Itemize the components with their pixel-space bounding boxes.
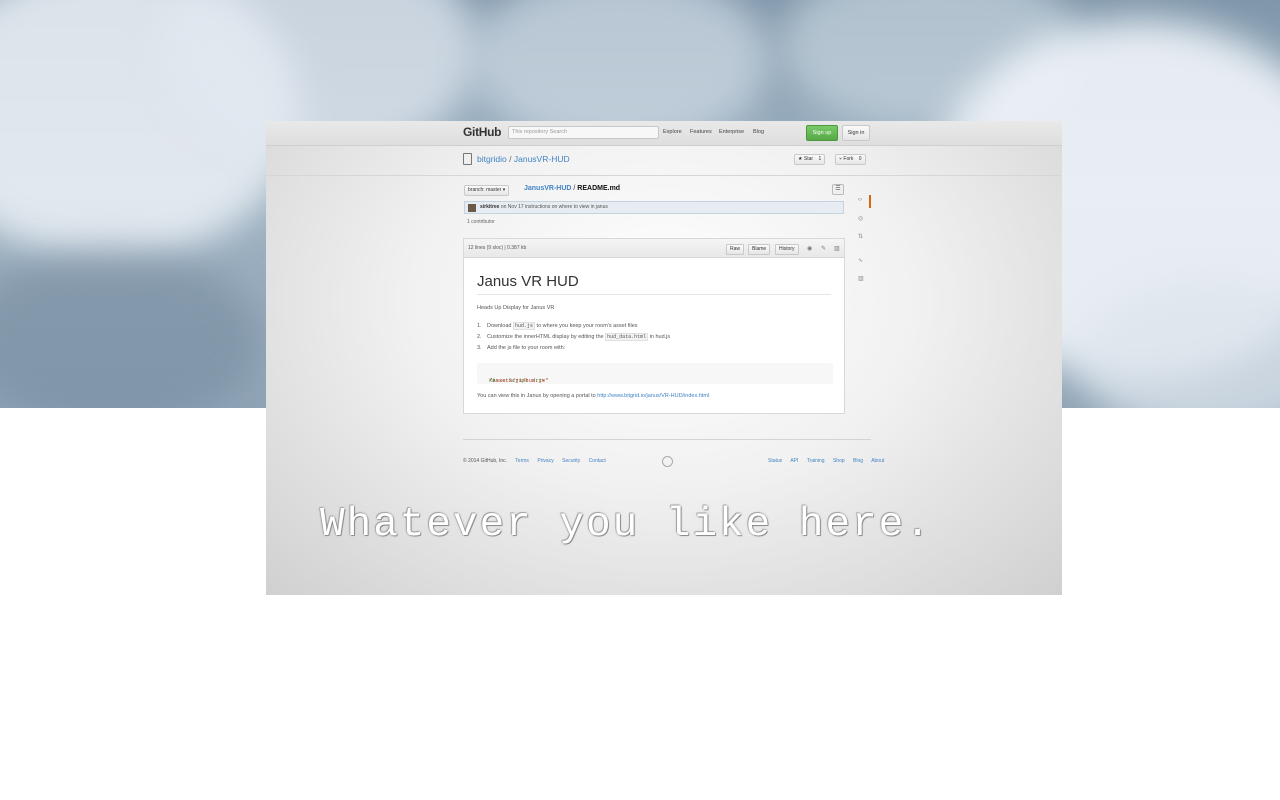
footer-divider xyxy=(463,439,871,440)
branch-selector[interactable]: branch: master ▾ xyxy=(464,185,510,196)
step-number: 2. xyxy=(477,334,482,340)
step-text: in hud.js xyxy=(648,334,671,340)
nav-explore[interactable]: Explore xyxy=(663,129,682,135)
pulse-icon[interactable]: ∿ xyxy=(858,257,863,264)
readme-view-note: You can view this in Janus by opening a … xyxy=(477,393,709,399)
readme-steps: 1. Download hud.js to where you keep your… xyxy=(477,322,671,356)
footer-link-shop[interactable]: Shop xyxy=(833,458,845,464)
breadcrumb-repo-link[interactable]: JanusVR-HUD xyxy=(524,185,571,192)
footer-link-security[interactable]: Security xyxy=(562,458,580,464)
repo-name-link[interactable]: JanusVR-HUD xyxy=(514,154,570,164)
search-input[interactable]: This repository Search xyxy=(508,126,659,139)
divider xyxy=(477,294,831,295)
fork-button[interactable]: ⑂ Fork 0 xyxy=(835,154,866,165)
repo-owner-link[interactable]: bitgridio xyxy=(477,154,507,164)
nav-enterprise[interactable]: Enterprise xyxy=(719,129,744,135)
footer-link-status[interactable]: Status xyxy=(768,458,782,464)
footer-link-api[interactable]: API xyxy=(790,458,798,464)
repo-title: bitgridio / JanusVR-HUD xyxy=(477,154,570,164)
code-string: "assets/js/hud.js" xyxy=(489,377,549,384)
github-logo[interactable]: GitHub xyxy=(463,125,502,139)
commit-message: on Nov 17 instructions on where to view … xyxy=(500,204,608,210)
fork-count: 0 xyxy=(858,156,862,162)
footer-link-blog[interactable]: Blog xyxy=(853,458,863,464)
footer-copyright: © 2014 GitHub, Inc. xyxy=(463,458,507,464)
commit-text: sirkitree on Nov 17 instructions on wher… xyxy=(480,204,608,210)
signup-button[interactable]: Sign up xyxy=(806,125,838,141)
divider xyxy=(266,175,1062,176)
footer-link-terms[interactable]: Terms xyxy=(515,458,529,464)
code-block: <AssetScript src= "assets/js/hud.js" /> xyxy=(477,363,833,384)
graph-icon[interactable]: ▥ xyxy=(858,275,864,282)
contributors-count[interactable]: 1 contributor xyxy=(467,219,495,225)
step-text: Add the js file to your room with: xyxy=(487,345,566,351)
step-code: hud_data.html xyxy=(605,333,649,341)
file-list-icon[interactable]: ☰ xyxy=(832,184,844,195)
history-button[interactable]: History xyxy=(775,244,799,255)
readme-title: Janus VR HUD xyxy=(477,273,579,290)
blame-button[interactable]: Blame xyxy=(748,244,771,255)
step-number: 3. xyxy=(477,345,482,351)
edit-icon[interactable]: ✎ xyxy=(821,245,826,252)
file-info: 12 lines (9 sloc) | 0.387 kb xyxy=(468,245,527,251)
commit-bar: sirkitree on Nov 17 instructions on wher… xyxy=(464,201,844,214)
delete-icon[interactable]: ▥ xyxy=(834,245,840,252)
step-text: to where you keep your room's asset file… xyxy=(535,323,638,329)
star-label: ★ Star xyxy=(798,156,814,162)
issues-icon[interactable]: ◎ xyxy=(858,215,863,222)
step-code: hud.js xyxy=(513,322,536,330)
cloud xyxy=(0,250,260,408)
github-mark-icon[interactable] xyxy=(662,456,673,467)
list-item: 2. Customize the innerHTML display by edi… xyxy=(477,333,671,345)
portal-link[interactable]: http://www.bitgrid.io/janus/VR-HUD/index… xyxy=(597,393,709,399)
fork-label: ⑂ Fork xyxy=(839,156,854,162)
breadcrumb-file: README.md xyxy=(577,185,621,192)
code-tag: /> xyxy=(489,377,496,384)
active-indicator xyxy=(869,195,871,208)
code-icon[interactable]: ‹› xyxy=(858,197,862,203)
hud-overlay-text: Whatever you like here. xyxy=(320,502,932,548)
step-number: 1. xyxy=(477,323,482,329)
breadcrumb: JanusVR-HUD / README.md xyxy=(524,185,620,192)
nav-blog[interactable]: Blog xyxy=(753,129,764,135)
repo-separator: / xyxy=(506,154,514,164)
github-header: GitHub This repository Search Explore Fe… xyxy=(266,121,1062,146)
signin-button[interactable]: Sign in xyxy=(842,125,870,141)
nav-features[interactable]: Features xyxy=(690,129,712,135)
footer-link-contact[interactable]: Contact xyxy=(589,458,606,464)
footer-right: Status API Training Shop Blog About xyxy=(768,458,891,464)
list-item: 3. Add the js file to your room with: xyxy=(477,345,670,356)
footer-link-about[interactable]: About xyxy=(871,458,884,464)
footer-left: © 2014 GitHub, Inc. Terms Privacy Securi… xyxy=(463,458,613,464)
footer-link-training[interactable]: Training xyxy=(807,458,825,464)
step-text: Customize the innerHTML display by editi… xyxy=(487,334,606,340)
footer-link-privacy[interactable]: Privacy xyxy=(537,458,553,464)
file-viewer: 12 lines (9 sloc) | 0.387 kb Raw Blame H… xyxy=(463,238,845,414)
star-count: 1 xyxy=(818,156,822,162)
step-text: Download xyxy=(487,323,513,329)
file-header: 12 lines (9 sloc) | 0.387 kb Raw Blame H… xyxy=(464,239,844,258)
raw-button[interactable]: Raw xyxy=(726,244,745,255)
readme-intro: Heads Up Display for Janus VR xyxy=(477,305,555,311)
view-text: You can view this in Janus by opening a … xyxy=(477,393,598,399)
avatar[interactable] xyxy=(468,204,476,212)
star-button[interactable]: ★ Star 1 xyxy=(794,154,826,165)
desktop-icon[interactable]: ◉ xyxy=(807,245,812,252)
commit-author[interactable]: sirkitree xyxy=(480,204,499,210)
repo-icon xyxy=(463,153,472,165)
pull-request-icon[interactable]: ⇅ xyxy=(858,233,863,240)
